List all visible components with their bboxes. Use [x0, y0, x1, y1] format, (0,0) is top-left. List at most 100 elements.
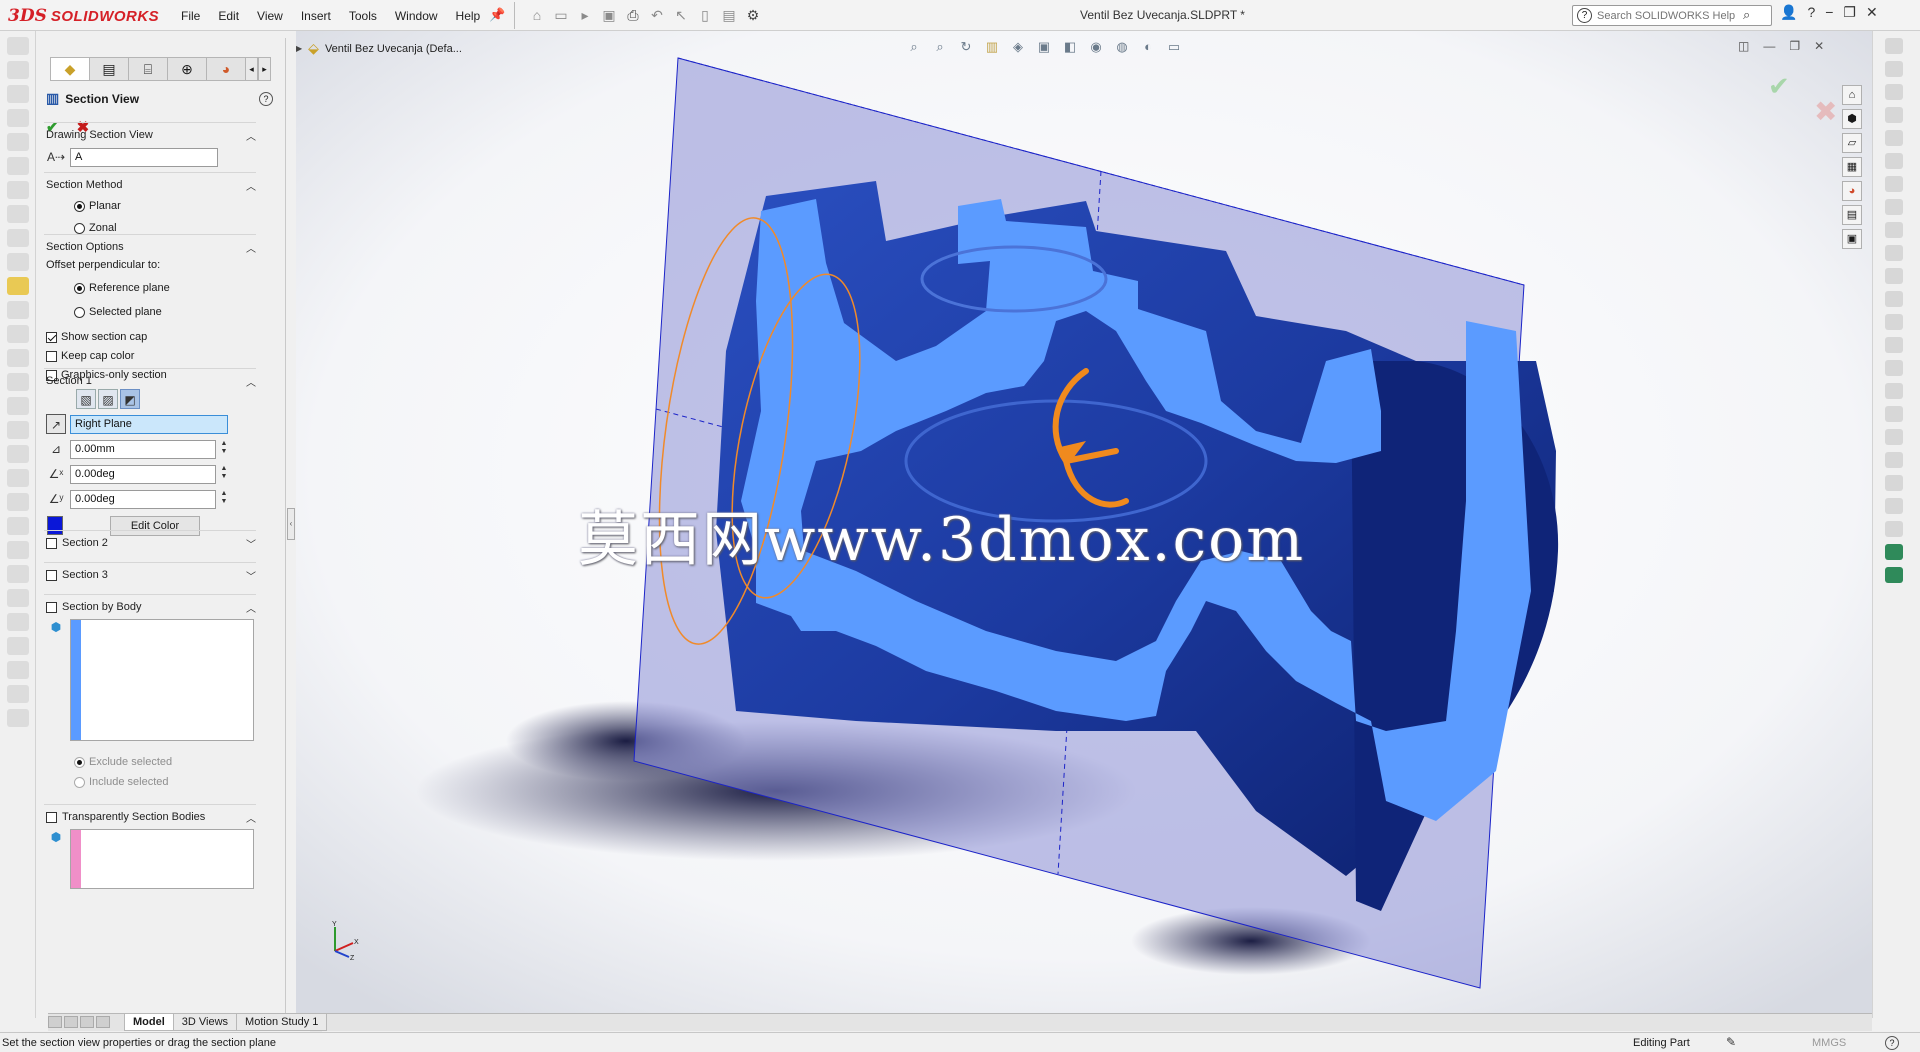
command-icon[interactable]: [7, 445, 29, 463]
collapse-chevron-icon[interactable]: ︿: [246, 128, 256, 143]
menu-insert[interactable]: Insert: [292, 9, 340, 23]
pin-icon[interactable]: 📌: [489, 7, 505, 23]
help-search-box[interactable]: ? ⌕: [1572, 5, 1772, 26]
show-section-cap-checkbox[interactable]: Show section cap: [46, 331, 147, 343]
method-zonal-radio[interactable]: Zonal: [74, 222, 117, 234]
offset-selected-plane-radio[interactable]: Selected plane: [74, 306, 162, 318]
command-icon[interactable]: [7, 181, 29, 199]
section-plane-option-icon[interactable]: ◩: [120, 389, 140, 409]
group-header[interactable]: Transparently Section Bodies: [46, 811, 205, 823]
command-icon[interactable]: [7, 469, 29, 487]
close-icon[interactable]: ✕: [1866, 4, 1878, 21]
section-plane-field[interactable]: Right Plane: [70, 415, 228, 434]
command-icon[interactable]: [1885, 38, 1903, 54]
select-icon[interactable]: ↖: [672, 6, 690, 24]
checkbox-icon[interactable]: [46, 601, 57, 613]
apply-scene-icon[interactable]: ◐: [1138, 38, 1158, 56]
section-plane-option-icon[interactable]: ▧: [76, 389, 96, 409]
view-orientation-icon[interactable]: ▣: [1034, 38, 1054, 56]
command-icon[interactable]: [7, 229, 29, 247]
property-manager-tab[interactable]: ▤: [89, 57, 129, 81]
command-icon[interactable]: [7, 301, 29, 319]
viewport-restore-icon[interactable]: ❐: [1789, 39, 1800, 53]
expand-arrow-icon[interactable]: ▶: [296, 44, 302, 53]
command-icon[interactable]: [7, 613, 29, 631]
section-view-icon[interactable]: ▥: [982, 38, 1002, 56]
rebuild-icon[interactable]: ▯: [696, 6, 714, 24]
spin-arrows-icon[interactable]: ▲ ▼: [219, 440, 229, 456]
section-body-list[interactable]: [70, 619, 254, 741]
minimize-icon[interactable]: −: [1825, 4, 1833, 21]
group-header[interactable]: Section 2: [46, 537, 108, 549]
next-tab-icon[interactable]: [80, 1015, 94, 1028]
menu-tools[interactable]: Tools: [340, 9, 386, 23]
solidworks-logo[interactable]: 3DS SOLIDWORKS: [8, 5, 159, 27]
view-settings-icon[interactable]: ▭: [1164, 38, 1184, 56]
collapse-chevron-icon[interactable]: ︿: [246, 810, 256, 825]
command-icon[interactable]: [1885, 498, 1903, 514]
sketch-command-icon[interactable]: [1885, 544, 1903, 560]
display-manager-tab[interactable]: ◕: [206, 57, 246, 81]
command-icon[interactable]: [7, 61, 29, 79]
command-icon[interactable]: [7, 109, 29, 127]
command-icon[interactable]: [7, 349, 29, 367]
method-planar-radio[interactable]: Planar: [74, 200, 121, 212]
transparent-body-list[interactable]: [70, 829, 254, 889]
command-icon[interactable]: [1885, 314, 1903, 330]
prev-tab-icon[interactable]: [64, 1015, 78, 1028]
command-icon[interactable]: [1885, 130, 1903, 146]
section-name-field[interactable]: A: [70, 148, 218, 167]
checkbox-icon[interactable]: [46, 811, 57, 823]
viewport-minimize-icon[interactable]: —: [1763, 39, 1775, 53]
command-icon[interactable]: [7, 661, 29, 679]
options-gear-icon[interactable]: ⚙: [744, 6, 762, 24]
dynamic-annotation-icon[interactable]: ◈: [1008, 38, 1028, 56]
tab-motion-study[interactable]: Motion Study 1: [236, 1014, 328, 1031]
group-header[interactable]: Drawing Section View: [46, 129, 153, 141]
sketch-command-icon[interactable]: [1885, 567, 1903, 583]
status-help-icon[interactable]: ?: [1885, 1036, 1899, 1050]
file-properties-icon[interactable]: ▤: [720, 6, 738, 24]
menu-window[interactable]: Window: [386, 9, 447, 23]
open-icon[interactable]: ▸: [576, 6, 594, 24]
search-icon[interactable]: ⌕: [1743, 7, 1750, 23]
command-icon[interactable]: [7, 493, 29, 511]
command-icon[interactable]: [1885, 245, 1903, 261]
include-selected-radio[interactable]: Include selected: [74, 776, 169, 788]
keep-cap-color-checkbox[interactable]: Keep cap color: [46, 350, 134, 362]
spin-arrows-icon[interactable]: ▲ ▼: [219, 465, 229, 481]
confirmation-cancel-icon[interactable]: ✖: [1814, 95, 1837, 128]
collapse-chevron-icon[interactable]: ︿: [246, 240, 256, 255]
last-tab-icon[interactable]: [96, 1015, 110, 1028]
panel-collapse-handle[interactable]: ‹: [287, 508, 295, 540]
solidworks-resources-icon[interactable]: ⌂: [1842, 85, 1862, 105]
command-icon[interactable]: [1885, 268, 1903, 284]
first-tab-icon[interactable]: [48, 1015, 62, 1028]
command-icon[interactable]: [7, 373, 29, 391]
pm-help-icon[interactable]: ?: [259, 92, 273, 106]
group-header[interactable]: Section 1: [46, 375, 92, 387]
command-icon[interactable]: [7, 205, 29, 223]
command-icon[interactable]: [1885, 199, 1903, 215]
feature-tree-flyout[interactable]: ▶ ⬙ Ventil Bez Uvecanja (Defa...: [296, 40, 462, 57]
command-icon[interactable]: [7, 517, 29, 535]
section-view-icon[interactable]: [7, 277, 29, 295]
help-search-input[interactable]: [1597, 8, 1742, 23]
command-icon[interactable]: [7, 397, 29, 415]
command-icon[interactable]: [1885, 84, 1903, 100]
command-icon[interactable]: [7, 421, 29, 439]
appearances-icon[interactable]: ◕: [1842, 181, 1862, 201]
offset-reference-plane-radio[interactable]: Reference plane: [74, 282, 170, 294]
print-icon[interactable]: ⎙: [624, 6, 642, 24]
command-icon[interactable]: [7, 541, 29, 559]
reverse-direction-icon[interactable]: ↗: [46, 414, 66, 434]
angle-x-field[interactable]: 0.00deg: [70, 465, 216, 484]
command-icon[interactable]: [1885, 61, 1903, 77]
command-icon[interactable]: [7, 325, 29, 343]
edit-appearance-icon[interactable]: ◍: [1112, 38, 1132, 56]
command-icon[interactable]: [1885, 291, 1903, 307]
command-icon[interactable]: [1885, 521, 1903, 537]
group-header[interactable]: Section 3: [46, 569, 108, 581]
command-icon[interactable]: [7, 565, 29, 583]
command-icon[interactable]: [1885, 107, 1903, 123]
